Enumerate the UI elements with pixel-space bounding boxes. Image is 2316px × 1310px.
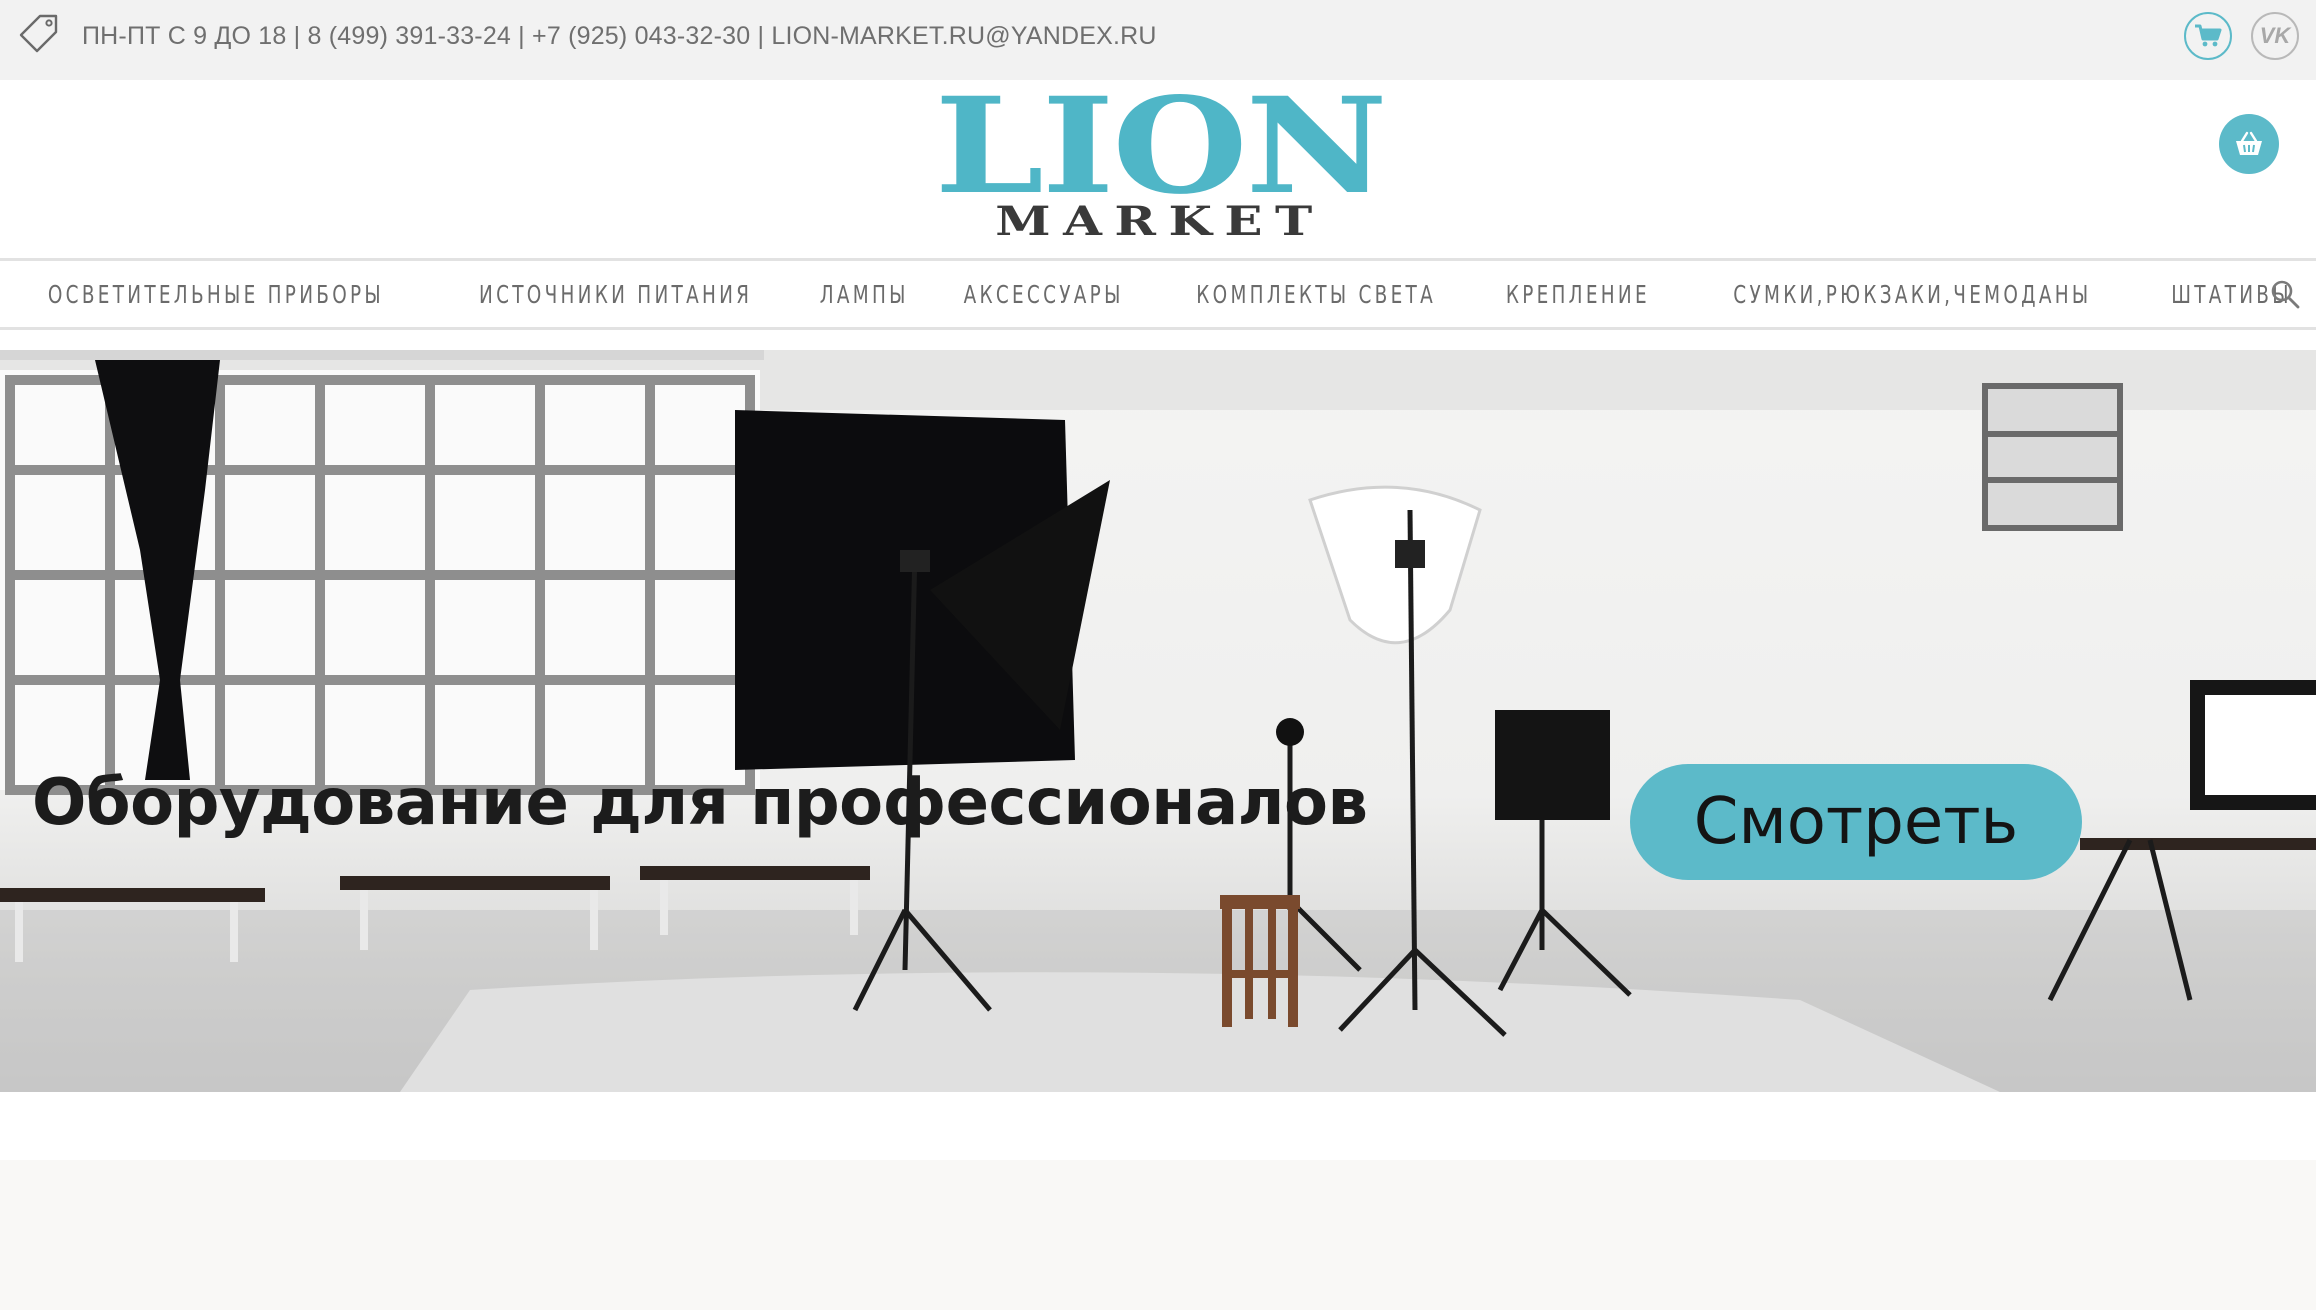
logo-market-text: MARKET xyxy=(995,198,1325,245)
tag-icon xyxy=(19,14,58,53)
cart-social-button[interactable] xyxy=(2184,12,2232,60)
vk-social-button[interactable]: VK xyxy=(2251,12,2299,60)
basket-icon xyxy=(2236,131,2262,155)
contact-info: ПН-ПТ С 9 ДО 18 | 8 (499) 391-33-24 | +7… xyxy=(82,22,1157,50)
header: LION MARKET xyxy=(0,80,2316,258)
slide-progress-fill xyxy=(0,350,765,360)
content-section xyxy=(0,1160,2316,1310)
nav-item-mounts[interactable]: КРЕПЛЕНИЕ xyxy=(1494,280,1661,309)
nav-item-accessories[interactable]: АКСЕССУАРЫ xyxy=(952,280,1135,309)
cart-icon xyxy=(2195,24,2222,47)
basket-button[interactable] xyxy=(2219,114,2279,174)
section-gap xyxy=(0,1092,2316,1160)
hero-title: Оборудование для профессионалов xyxy=(32,766,1368,840)
nav-item-power-sources[interactable]: ИСТОЧНИКИ ПИТАНИЯ xyxy=(467,280,763,309)
studio-photo xyxy=(0,350,2316,1092)
nav-item-light-kits[interactable]: КОМПЛЕКТЫ СВЕТА xyxy=(1184,280,1447,309)
slide-progress-bar xyxy=(0,350,2316,360)
top-bar: ПН-ПТ С 9 ДО 18 | 8 (499) 391-33-24 | +7… xyxy=(0,0,2316,80)
view-button[interactable]: Смотреть xyxy=(1630,764,2082,880)
site-logo[interactable]: LION MARKET xyxy=(924,81,1396,244)
nav-item-lighting[interactable]: ОСВЕТИТЕЛЬНЫЕ ПРИБОРЫ xyxy=(36,280,395,309)
main-nav: ОСВЕТИТЕЛЬНЫЕ ПРИБОРЫ ИСТОЧНИКИ ПИТАНИЯ … xyxy=(0,258,2316,330)
nav-item-lamps[interactable]: ЛАМПЫ xyxy=(808,280,920,309)
nav-item-bags[interactable]: СУМКИ,РЮКЗАКИ,ЧЕМОДАНЫ xyxy=(1721,280,2102,309)
hero-slider: Оборудование для профессионалов Смотреть xyxy=(0,350,2316,1092)
logo-lion-text: LION xyxy=(934,69,1387,224)
vk-icon: VK xyxy=(2259,23,2291,48)
search-icon[interactable] xyxy=(2270,279,2300,309)
